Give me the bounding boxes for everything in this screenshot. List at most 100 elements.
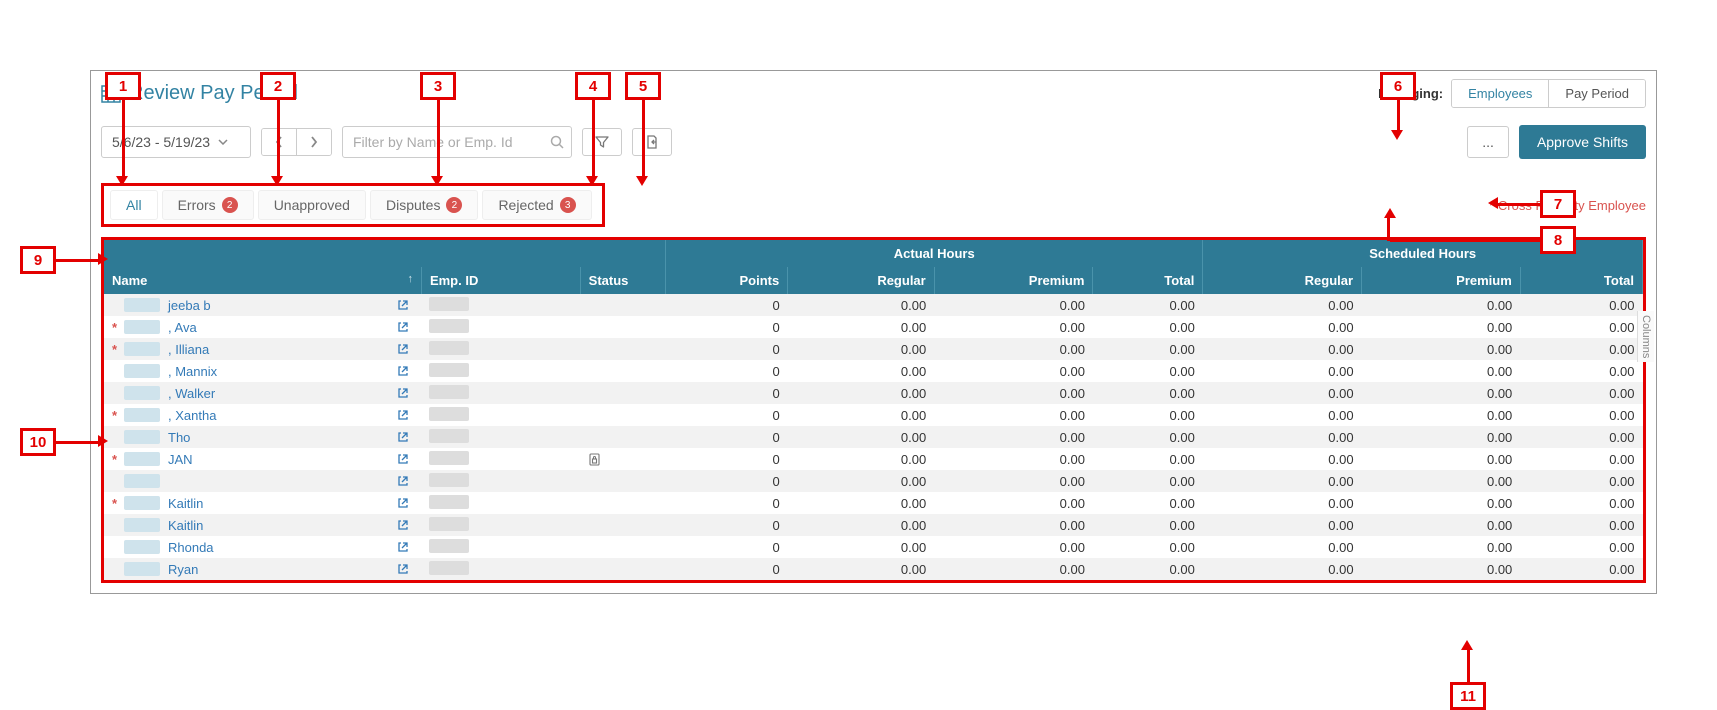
col-name[interactable]: Name↑ xyxy=(104,267,421,294)
open-employee-icon[interactable] xyxy=(397,321,413,333)
redacted-empid xyxy=(429,517,469,531)
redacted-empid xyxy=(429,407,469,421)
open-employee-icon[interactable] xyxy=(397,453,413,465)
actual-total-cell: 0.00 xyxy=(1093,558,1203,580)
status-cell xyxy=(580,492,665,514)
table-row: *Kaitlin00.000.000.000.000.000.00 xyxy=(104,492,1643,514)
open-employee-icon[interactable] xyxy=(397,563,413,575)
open-employee-icon[interactable] xyxy=(397,365,413,377)
status-cell xyxy=(580,382,665,404)
tab-rejected-label: Rejected xyxy=(498,197,553,213)
callout-5: 5 xyxy=(625,72,661,100)
col-status[interactable]: Status xyxy=(580,267,665,294)
open-employee-icon[interactable] xyxy=(397,299,413,311)
table-row: jeeba b00.000.000.000.000.000.00 xyxy=(104,294,1643,316)
open-employee-icon[interactable] xyxy=(397,343,413,355)
open-employee-icon[interactable] xyxy=(397,431,413,443)
employee-name-link[interactable]: , Mannix xyxy=(168,364,217,379)
col-sched-regular[interactable]: Regular xyxy=(1203,267,1362,294)
employee-name-link[interactable]: JAN xyxy=(168,452,193,467)
callout-7: 7 xyxy=(1540,190,1576,218)
open-employee-icon[interactable] xyxy=(397,519,413,531)
col-sched-total[interactable]: Total xyxy=(1520,267,1642,294)
callout-2: 2 xyxy=(260,72,296,100)
export-button[interactable] xyxy=(632,128,672,156)
actual-premium-cell: 0.00 xyxy=(934,514,1093,536)
col-actual-premium[interactable]: Premium xyxy=(934,267,1093,294)
more-actions-button[interactable]: ... xyxy=(1467,126,1509,158)
toolbar: 5/6/23 - 5/19/23 xyxy=(101,117,1646,173)
points-cell: 0 xyxy=(666,404,788,426)
points-cell: 0 xyxy=(666,338,788,360)
employee-name-link[interactable]: , Ava xyxy=(168,320,197,335)
callout-11: 11 xyxy=(1450,682,1486,710)
employee-name-link[interactable]: Ryan xyxy=(168,562,198,577)
employee-name-link[interactable]: Rhonda xyxy=(168,540,214,555)
tab-unapproved[interactable]: Unapproved xyxy=(258,190,366,220)
sched-premium-cell: 0.00 xyxy=(1362,404,1521,426)
col-actual-regular[interactable]: Regular xyxy=(788,267,935,294)
tab-all[interactable]: All xyxy=(110,190,158,220)
callout-4: 4 xyxy=(575,72,611,100)
actual-total-cell: 0.00 xyxy=(1093,426,1203,448)
col-sched-premium[interactable]: Premium xyxy=(1362,267,1521,294)
status-cell xyxy=(580,470,665,492)
sched-total-cell: 0.00 xyxy=(1520,492,1642,514)
table-row: *, Xantha00.000.000.000.000.000.00 xyxy=(104,404,1643,426)
tab-unapproved-label: Unapproved xyxy=(274,197,350,213)
table-row: *, Ava00.000.000.000.000.000.00 xyxy=(104,316,1643,338)
next-period-button[interactable] xyxy=(296,129,331,155)
redacted-empid xyxy=(429,539,469,553)
columns-panel-toggle[interactable]: Columns xyxy=(1637,311,1654,362)
sched-total-cell: 0.00 xyxy=(1520,360,1642,382)
points-cell: 0 xyxy=(666,514,788,536)
employee-name-link[interactable]: Kaitlin xyxy=(168,496,203,511)
filter-button[interactable] xyxy=(582,128,622,156)
tab-disputes[interactable]: Disputes 2 xyxy=(370,190,478,220)
sched-total-cell: 0.00 xyxy=(1520,536,1642,558)
managing-employees-button[interactable]: Employees xyxy=(1452,80,1548,107)
redacted-lastname xyxy=(124,342,160,356)
col-empid[interactable]: Emp. ID xyxy=(421,267,580,294)
callout-1: 1 xyxy=(105,72,141,100)
callout-10: 10 xyxy=(20,428,56,456)
status-cell xyxy=(580,404,665,426)
tab-errors[interactable]: Errors 2 xyxy=(162,190,254,220)
col-points[interactable]: Points xyxy=(666,267,788,294)
sched-total-cell: 0.00 xyxy=(1520,404,1642,426)
open-employee-icon[interactable] xyxy=(397,475,413,487)
actual-total-cell: 0.00 xyxy=(1093,382,1203,404)
open-employee-icon[interactable] xyxy=(397,541,413,553)
col-actual-total[interactable]: Total xyxy=(1093,267,1203,294)
actual-total-cell: 0.00 xyxy=(1093,294,1203,316)
column-header-row: Name↑ Emp. ID Status Points Regular Prem… xyxy=(104,267,1643,294)
tab-rejected[interactable]: Rejected 3 xyxy=(482,190,591,220)
employee-name-link[interactable]: Kaitlin xyxy=(168,518,203,533)
open-employee-icon[interactable] xyxy=(397,497,413,509)
employee-name-link[interactable]: , Illiana xyxy=(168,342,209,357)
points-cell: 0 xyxy=(666,426,788,448)
employee-name-link[interactable]: Tho xyxy=(168,430,190,445)
employee-name-link[interactable]: , Xantha xyxy=(168,408,216,423)
actual-premium-cell: 0.00 xyxy=(934,426,1093,448)
managing-payperiod-button[interactable]: Pay Period xyxy=(1548,80,1645,107)
redacted-lastname xyxy=(124,496,160,510)
sched-regular-cell: 0.00 xyxy=(1203,558,1362,580)
status-cell xyxy=(580,426,665,448)
search-input[interactable] xyxy=(342,126,572,158)
status-cell xyxy=(580,514,665,536)
sched-premium-cell: 0.00 xyxy=(1362,316,1521,338)
actual-regular-cell: 0.00 xyxy=(788,492,935,514)
actual-regular-cell: 0.00 xyxy=(788,470,935,492)
table-wrapper: Actual Hours Scheduled Hours Name↑ Emp. … xyxy=(101,237,1646,583)
employee-name-link[interactable]: , Walker xyxy=(168,386,215,401)
filter-tabs: All Errors 2 Unapproved Disputes 2 Rejec… xyxy=(101,183,605,227)
sched-premium-cell: 0.00 xyxy=(1362,470,1521,492)
points-cell: 0 xyxy=(666,558,788,580)
sched-regular-cell: 0.00 xyxy=(1203,294,1362,316)
open-employee-icon[interactable] xyxy=(397,387,413,399)
open-employee-icon[interactable] xyxy=(397,409,413,421)
employee-name-link[interactable]: jeeba b xyxy=(168,298,211,313)
approve-shifts-button[interactable]: Approve Shifts xyxy=(1519,125,1646,159)
table-row: *, Illiana00.000.000.000.000.000.00 xyxy=(104,338,1643,360)
